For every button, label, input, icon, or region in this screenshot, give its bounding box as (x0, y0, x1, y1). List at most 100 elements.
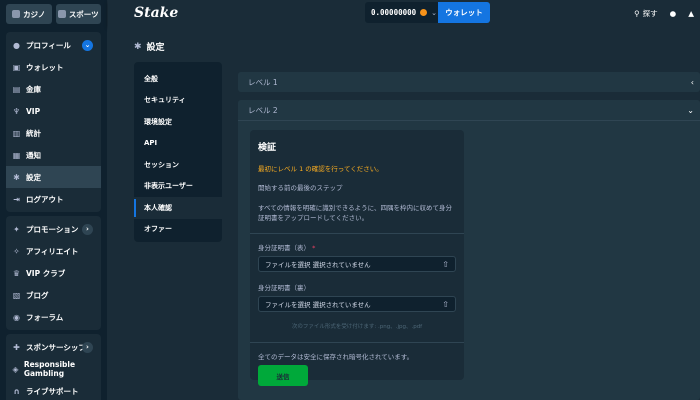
level-1-accordion: レベル 1 ‹ (238, 72, 700, 92)
sidebar-item-sponsorship[interactable]: ✚ スポンサーシップ › (6, 336, 101, 358)
sidebar-item-profile[interactable]: ● プロフィール ⌄ (6, 34, 101, 56)
sidebar-top: カジノ スポーツ (0, 0, 107, 28)
sidebar-item-blog[interactable]: ▧ ブログ (6, 284, 101, 306)
tab-api[interactable]: API (134, 133, 222, 155)
chevron-right-icon[interactable]: › (82, 341, 93, 353)
sports-label: スポーツ (68, 9, 99, 19)
balance-selector[interactable]: 0.00000000 ⌄ (365, 2, 444, 23)
tab-sessions[interactable]: セッション (134, 154, 222, 176)
level-2-header[interactable]: レベル 2 ⌄ (238, 100, 700, 120)
sidebar-item-logout[interactable]: ⇥ ログアウト (6, 188, 101, 210)
file-format-hint: 次のファイル形式を受け付けます: .png、.jpg、.pdf (291, 324, 423, 331)
top-header: Stake 0.00000000 ⌄ ウォレット ⚲ 探す ● ▲ (108, 0, 700, 26)
chevron-down-icon[interactable]: ⌄ (82, 39, 93, 51)
sidebar-item-label: 設定 (26, 172, 41, 182)
id-front-label: 身分証明書（表） * (258, 242, 456, 252)
tab-hidden-users[interactable]: 非表示ユーザー (134, 176, 222, 198)
gear-icon: ✱ (13, 172, 20, 182)
sidebar-item-label: アフィリエイト (26, 246, 79, 256)
user-icon[interactable]: ● (670, 9, 677, 18)
sidebar-item-label: スポンサーシップ (26, 342, 86, 352)
casino-icon (12, 10, 21, 18)
sidebar-item-stats[interactable]: ▥ 統計 (6, 122, 101, 144)
sidebar-group-profile: ● プロフィール ⌄ ▣ ウォレット ▤ 金庫 ♆ VIP ▥ 統計 ▦ 通知 … (6, 32, 101, 212)
crown-icon: ♛ (12, 268, 21, 278)
sidebar-item-label: フォーラム (26, 312, 64, 322)
tab-preferences[interactable]: 環境設定 (134, 111, 222, 133)
sidebar-item-vip-club[interactable]: ♛ VIP クラブ (6, 262, 101, 284)
stake-logo[interactable]: Stake (134, 5, 178, 21)
sidebar-item-forum[interactable]: ◉ フォーラム (6, 306, 101, 328)
chevron-right-icon[interactable]: › (82, 223, 93, 235)
stats-icon: ▥ (12, 128, 21, 138)
shield-icon: ◈ (12, 364, 19, 374)
submit-button[interactable]: 送信 (258, 365, 308, 387)
level-2-label: レベル 2 (248, 105, 278, 115)
id-front-file-input[interactable]: ファイルを選択 選択されていません ⇧ (258, 256, 456, 273)
casino-button[interactable]: カジノ (6, 4, 52, 24)
id-back-file-value: ファイルを選択 選択されていません (265, 301, 371, 310)
sidebar-group-support: ✚ スポンサーシップ › ◈ Responsible Gambling ∩ ライ… (6, 334, 101, 400)
divider (250, 233, 464, 235)
sidebar-item-vault[interactable]: ▤ 金庫 (6, 78, 101, 100)
sidebar-item-label: Responsible Gambling (23, 360, 76, 378)
affiliate-icon: ✧ (13, 246, 20, 256)
sports-icon (57, 10, 66, 18)
sports-button[interactable]: スポーツ (55, 4, 101, 24)
sidebar-item-label: ブログ (26, 290, 49, 300)
sidebar-item-settings[interactable]: ✱ 設定 (6, 166, 101, 188)
chevron-down-icon: ⌄ (687, 105, 694, 115)
divider (238, 120, 700, 121)
tab-offers[interactable]: オファー (134, 219, 222, 241)
user-icon: ● (13, 40, 20, 50)
gear-icon: ✱ (134, 41, 142, 52)
vault-icon: ▤ (12, 84, 21, 94)
upload-instructions: すべての情報を明確に識別できるように、四隅を枠内に収めて身分証明書をアップロード… (258, 204, 452, 223)
chevron-left-icon: ‹ (690, 77, 694, 87)
wallet-button[interactable]: ウォレット (438, 2, 490, 23)
id-back-label: 身分証明書（裏） (258, 282, 456, 292)
sidebar-item-label: ログアウト (26, 194, 64, 204)
sidebar-item-responsible-gambling[interactable]: ◈ Responsible Gambling (6, 358, 101, 380)
headset-icon: ∩ (13, 386, 20, 396)
tab-security[interactable]: セキュリティ (134, 90, 222, 112)
level-1-header[interactable]: レベル 1 ‹ (238, 72, 700, 92)
sidebar-group-community: ✦ プロモーション › ✧ アフィリエイト ♛ VIP クラブ ▧ ブログ ◉ … (6, 216, 101, 330)
sidebar-item-label: VIP クラブ (26, 268, 66, 278)
bell-icon[interactable]: ▲ (688, 9, 694, 18)
sidebar-item-label: 通知 (26, 150, 41, 160)
sponsor-icon: ✚ (13, 342, 20, 352)
sidebar-item-label: ライブサポート (26, 386, 79, 396)
verification-card: 検証 最初にレベル 1 の確認を行ってください。 開始する前の最後のステップ す… (250, 130, 464, 387)
sidebar-item-label: ウォレット (26, 62, 64, 72)
sidebar-item-wallet[interactable]: ▣ ウォレット (6, 56, 101, 78)
settings-nav: 全般 セキュリティ 環境設定 API セッション 非表示ユーザー 本人確認 オフ… (134, 62, 222, 242)
casino-label: カジノ (23, 9, 46, 19)
sidebar-item-live-support[interactable]: ∩ ライブサポート (6, 380, 101, 400)
search-button[interactable]: ⚲ 探す (634, 8, 658, 19)
id-back-file-input[interactable]: ファイルを選択 選択されていません ⇧ (258, 296, 456, 313)
sidebar-item-label: 金庫 (26, 84, 41, 94)
main-content: ✱ 設定 全般 セキュリティ 環境設定 API セッション 非表示ユーザー 本人… (108, 26, 700, 400)
balance-amount: 0.00000000 (371, 8, 417, 17)
tab-verification[interactable]: 本人確認 (134, 197, 222, 219)
required-marker: * (312, 244, 316, 253)
search-icon: ⚲ (634, 8, 640, 18)
sidebar-item-label: 統計 (26, 128, 41, 138)
sidebar-item-vip[interactable]: ♆ VIP (6, 100, 101, 122)
sidebar-item-label: VIP (26, 106, 41, 116)
level-2-accordion: レベル 2 ⌄ 検証 最初にレベル 1 の確認を行ってください。 開始する前の最… (238, 100, 700, 400)
trophy-icon: ♆ (12, 106, 21, 116)
tab-general[interactable]: 全般 (134, 68, 222, 90)
upload-icon: ⇧ (442, 259, 449, 269)
forum-icon: ◉ (13, 312, 20, 322)
sidebar-item-notifications[interactable]: ▦ 通知 (6, 144, 101, 166)
sidebar-item-promotions[interactable]: ✦ プロモーション › (6, 218, 101, 240)
id-back-label-text: 身分証明書（裏） (258, 284, 310, 293)
page-title: ✱ 設定 (134, 40, 165, 54)
final-step-text: 開始する前の最後のステップ (258, 184, 343, 192)
id-front-label-text: 身分証明書（表） (258, 244, 310, 253)
bitcoin-icon (420, 9, 428, 16)
sidebar-item-affiliate[interactable]: ✧ アフィリエイト (6, 240, 101, 262)
header-actions: ⚲ 探す ● ▲ (634, 0, 694, 26)
